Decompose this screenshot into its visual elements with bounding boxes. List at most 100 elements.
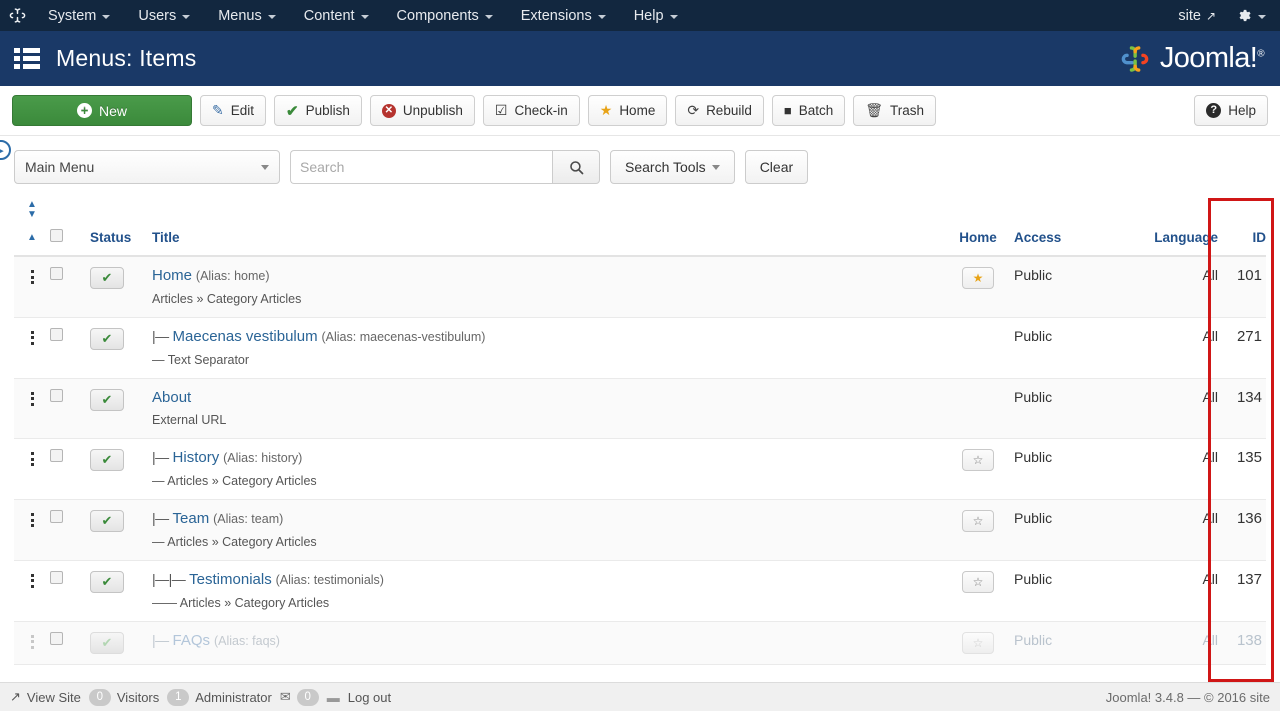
- joomla-logo-icon: [1121, 45, 1149, 72]
- unpublish-button[interactable]: ✕ Unpublish: [369, 95, 475, 126]
- publish-button[interactable]: ✔ Publish: [274, 95, 362, 126]
- menu-item-system[interactable]: System: [34, 0, 124, 31]
- row-select-cell[interactable]: [50, 500, 90, 561]
- set-home-button[interactable]: ★ Home: [587, 95, 668, 126]
- menu-item-menus[interactable]: Menus: [204, 0, 290, 31]
- home-star-outline-icon[interactable]: ☆: [962, 449, 994, 472]
- row-select-cell[interactable]: [50, 256, 90, 317]
- row-checkbox[interactable]: [50, 449, 63, 463]
- row-drag-handle[interactable]: [14, 317, 50, 378]
- row-title-link[interactable]: Maecenas vestibulum: [173, 328, 318, 345]
- row-select-cell[interactable]: [50, 378, 90, 439]
- edit-button[interactable]: ✎ Edit: [200, 95, 266, 126]
- row-drag-handle[interactable]: [14, 378, 50, 439]
- row-title-link[interactable]: History: [173, 449, 220, 466]
- row-title-link[interactable]: About: [152, 389, 191, 406]
- search-tools-button[interactable]: Search Tools: [610, 150, 735, 184]
- row-select-cell[interactable]: [50, 317, 90, 378]
- row-drag-handle[interactable]: [14, 256, 50, 317]
- user-settings-menu[interactable]: [1226, 0, 1280, 31]
- row-checkbox[interactable]: [50, 570, 63, 584]
- row-title-link[interactable]: FAQs: [173, 632, 211, 649]
- square-stack-icon: ■: [783, 103, 792, 118]
- messages-status[interactable]: ✉ 0: [280, 688, 319, 706]
- menu-item-help[interactable]: Help: [620, 0, 692, 31]
- new-button[interactable]: + New: [12, 95, 192, 126]
- row-checkbox[interactable]: [50, 267, 63, 280]
- menu-item-content[interactable]: Content: [290, 0, 383, 31]
- sort-asc-icon[interactable]: ▲: [27, 233, 37, 243]
- rebuild-button[interactable]: ⟳ Rebuild: [675, 95, 764, 126]
- preview-site-link[interactable]: site ↗: [1168, 0, 1226, 31]
- row-language-cell: All: [1202, 631, 1218, 648]
- row-select-cell[interactable]: [50, 621, 90, 664]
- row-id-cell: 138: [1236, 631, 1262, 649]
- joomla-logo-icon[interactable]: [0, 7, 34, 24]
- row-checkbox[interactable]: [50, 631, 63, 645]
- administrators-status[interactable]: 1 Administrator: [167, 688, 272, 706]
- row-drag-handle[interactable]: [14, 560, 50, 621]
- batch-button[interactable]: ■ Batch: [771, 95, 846, 126]
- row-title-link[interactable]: Team: [173, 510, 210, 527]
- row-title-prefix: |—: [152, 449, 169, 466]
- logout-link[interactable]: Log out: [348, 690, 391, 705]
- search-input[interactable]: [290, 150, 552, 184]
- home-star-outline-icon[interactable]: ☆: [962, 570, 994, 593]
- th-title[interactable]: Title: [152, 196, 942, 257]
- menu-item-users[interactable]: Users: [124, 0, 204, 31]
- row-select-cell[interactable]: [50, 560, 90, 621]
- row-drag-handle[interactable]: [14, 621, 50, 664]
- row-drag-handle[interactable]: [14, 439, 50, 500]
- th-ordering[interactable]: ▲ ▼ ▲: [14, 196, 50, 257]
- status-published-icon[interactable]: ✔: [90, 631, 124, 654]
- status-published-icon[interactable]: ✔: [90, 510, 124, 532]
- status-published-icon[interactable]: ✔: [90, 267, 124, 289]
- row-id-cell: 101: [1236, 267, 1262, 284]
- table-row: ✔ |— Maecenas vestibulum (Alias: maecenas…: [14, 317, 1266, 378]
- sort-updown-icon[interactable]: ▲ ▼: [27, 200, 37, 220]
- home-star-filled-icon[interactable]: ★: [962, 267, 994, 289]
- menu-item-extensions[interactable]: Extensions: [507, 0, 620, 31]
- th-status[interactable]: Status: [90, 196, 152, 257]
- view-site-link[interactable]: ↗ View Site: [10, 689, 81, 705]
- th-id[interactable]: ID: [1218, 196, 1266, 257]
- menu-item-components[interactable]: Components: [383, 0, 507, 31]
- status-published-icon[interactable]: ✔: [90, 449, 124, 472]
- row-title-subtext: — Articles » Category Articles: [152, 474, 317, 488]
- row-checkbox[interactable]: [50, 510, 63, 523]
- menu-item-content-label: Content: [303, 7, 355, 24]
- row-title-link[interactable]: Testimonials: [189, 571, 272, 588]
- row-checkbox[interactable]: [50, 388, 63, 402]
- status-published-icon[interactable]: ✔: [90, 388, 124, 411]
- row-title-link[interactable]: Home: [152, 267, 192, 284]
- row-checkbox[interactable]: [50, 327, 63, 341]
- clear-filters-button[interactable]: Clear: [744, 150, 809, 184]
- visitors-status[interactable]: 0 Visitors: [88, 688, 159, 706]
- chevron-down-icon: [182, 14, 191, 19]
- status-published-icon[interactable]: ✔: [90, 327, 124, 350]
- row-id-cell: 137: [1236, 570, 1262, 588]
- row-drag-handle[interactable]: [14, 500, 50, 561]
- menu-select[interactable]: Main Menu: [14, 150, 280, 184]
- home-star-outline-icon[interactable]: ☆: [962, 510, 994, 532]
- th-home[interactable]: Home: [942, 196, 1014, 257]
- sidebar-toggle-icon[interactable]: ▸: [0, 140, 11, 160]
- status-published-icon[interactable]: ✔: [90, 570, 124, 593]
- search-button[interactable]: [552, 150, 600, 184]
- administrator-label: Administrator: [195, 689, 272, 705]
- admin-top-bar-right: site ↗: [1168, 0, 1280, 31]
- search-icon: [569, 160, 583, 174]
- chevron-down-icon: [360, 14, 369, 19]
- th-select-all[interactable]: [50, 196, 90, 257]
- checkin-button[interactable]: ☑ Check-in: [482, 95, 580, 126]
- th-language[interactable]: Language: [1126, 196, 1218, 257]
- trash-button[interactable]: 🗑 Trash: [853, 95, 937, 126]
- th-access[interactable]: Access: [1014, 196, 1126, 257]
- help-button[interactable]: ? Help: [1194, 95, 1268, 126]
- row-title-prefix: |—: [152, 327, 169, 344]
- row-select-cell[interactable]: [50, 439, 90, 500]
- table-row: ✔ |—|— Testimonials (Alias: testimonials)…: [14, 560, 1266, 621]
- home-star-outline-icon[interactable]: ☆: [962, 631, 994, 654]
- select-all-checkbox[interactable]: [50, 229, 63, 242]
- chevron-down-icon: [267, 14, 276, 19]
